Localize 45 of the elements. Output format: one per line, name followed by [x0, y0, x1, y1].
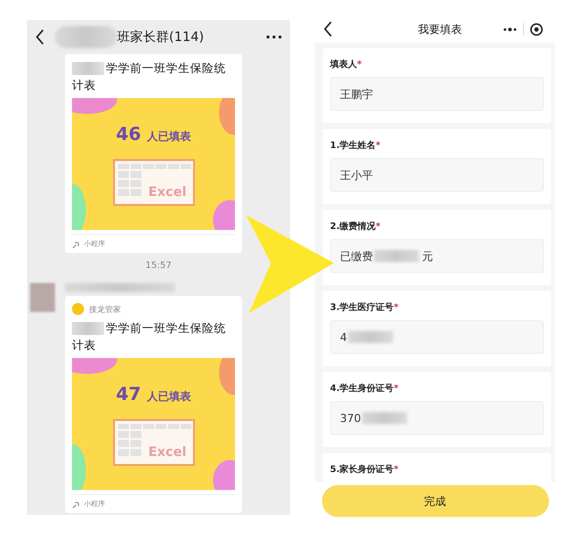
input-field[interactable]: 370 [330, 401, 544, 435]
fill-count-label: 人已填表 [147, 389, 192, 404]
question-label: 填表人 [330, 60, 357, 70]
close-target-icon[interactable] [530, 22, 543, 36]
fill-count: 46 [116, 124, 142, 145]
required-mark: * [376, 141, 380, 151]
field-value: 已缴费 [340, 248, 373, 264]
required-mark: * [376, 222, 380, 232]
blurred-text [55, 26, 117, 48]
required-mark: * [394, 465, 398, 475]
timestamp: 15:57 [146, 261, 172, 271]
chat-title: 班家长群(114) [117, 29, 204, 46]
field-value: 元 [422, 248, 433, 264]
link-icon [72, 240, 81, 248]
sheet-label: Excel [148, 185, 186, 200]
input-field[interactable]: 4 [330, 320, 544, 354]
required-mark: * [394, 384, 398, 394]
field-value: 王鹏宇 [340, 86, 373, 102]
link-icon [72, 500, 81, 508]
more-icon[interactable] [503, 26, 517, 32]
question-label: 1.学生姓名 [330, 141, 376, 151]
page-title: 我要填表 [417, 22, 462, 36]
field-value: 370 [340, 412, 361, 424]
question-label: 5.家长身份证号 [330, 465, 394, 475]
question-label: 4.学生身份证号 [330, 384, 394, 394]
back-icon[interactable] [35, 29, 45, 45]
more-icon[interactable] [266, 35, 282, 39]
back-icon[interactable] [323, 21, 333, 37]
field-value: 4 [340, 330, 347, 344]
table-grid-icon [118, 424, 192, 458]
required-mark: * [357, 60, 362, 70]
question-label: 2.缴费情况 [330, 222, 376, 232]
submit-button[interactable]: 完成 [322, 485, 548, 517]
app-logo-icon [72, 303, 84, 315]
sheet-label: Excel [148, 445, 186, 460]
app-name: 接龙管家 [89, 304, 121, 314]
input-field[interactable]: 王鹏宇 [330, 77, 544, 111]
fill-count: 47 [116, 384, 142, 405]
input-field[interactable]: 王小平 [330, 158, 544, 192]
table-grid-icon [118, 164, 192, 198]
field-value: 王小平 [340, 168, 373, 182]
required-mark: * [394, 303, 398, 313]
fill-count-label: 人已填表 [147, 129, 192, 144]
input-field[interactable]: 已缴费 元 [330, 239, 544, 273]
question-label: 3.学生医疗证号 [330, 303, 394, 313]
